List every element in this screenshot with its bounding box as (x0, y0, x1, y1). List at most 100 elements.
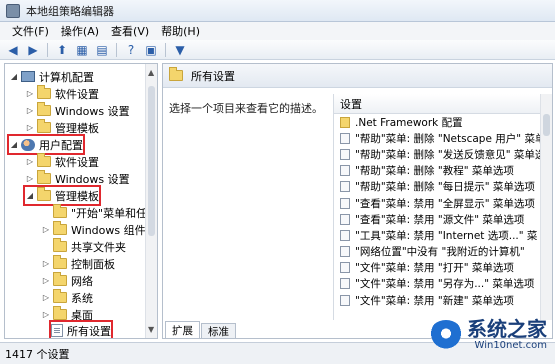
tree-network[interactable]: ▷ 网络 (41, 272, 93, 289)
toolbar-separator (116, 42, 117, 57)
tree-label: Windows 设置 (55, 104, 130, 118)
toolbar: ◀ ▶ ⬆ ▦ ▤ ? ▣ ▼ (0, 40, 555, 60)
tree-pane: ◢ 计算机配置 ▷ 软件设置 ▷ Windows 设置 ▷ 管理模板 ◢ 用户配… (4, 63, 158, 339)
expand-icon[interactable]: ▷ (41, 259, 51, 268)
tree-shared-folders[interactable]: 共享文件夹 (41, 238, 126, 255)
tree-uc-admin[interactable]: ◢ 管理模板 (23, 185, 101, 206)
setting-icon (340, 213, 350, 225)
expand-icon[interactable]: ▷ (25, 174, 35, 183)
list-item[interactable]: "查看"菜单: 禁用 "全屏显示" 菜单选项 (334, 195, 552, 211)
expand-icon[interactable]: ▷ (25, 157, 35, 166)
setting-label: "帮助"菜单: 删除 "Netscape 用户" 菜单 (355, 132, 546, 145)
help-icon[interactable]: ? (123, 42, 139, 58)
tree-cc-admin[interactable]: ▷ 管理模板 (25, 119, 99, 136)
list-item[interactable]: "工具"菜单: 禁用 "Internet 选项..." 菜 (334, 227, 552, 243)
settings-list: 设置 .Net Framework 配置 "帮助"菜单: 删除 "Netscap… (333, 94, 552, 320)
tree-uc-windows[interactable]: ▷ Windows 设置 (25, 170, 130, 187)
collapse-icon[interactable]: ◢ (9, 72, 19, 81)
tree-label: 管理模板 (55, 189, 99, 203)
column-header-setting[interactable]: 设置 (334, 94, 552, 114)
menu-view[interactable]: 查看(V) (105, 23, 155, 39)
toolbar-separator (47, 42, 48, 57)
expand-icon[interactable]: ▷ (41, 310, 51, 319)
tree-label: "开始"菜单和任 (71, 206, 148, 220)
tab-standard[interactable]: 标准 (201, 323, 236, 338)
filter-icon[interactable]: ▼ (172, 42, 188, 58)
expand-icon[interactable]: ▷ (25, 106, 35, 115)
settings-scrollbar[interactable] (540, 94, 552, 320)
list-item[interactable]: "文件"菜单: 禁用 "打开" 菜单选项 (334, 260, 552, 276)
tree-all-settings[interactable]: 所有设置 (49, 320, 113, 338)
list-item[interactable]: "文件"菜单: 禁用 "另存为..." 菜单选项 (334, 276, 552, 292)
export-icon[interactable]: ▤ (94, 42, 110, 58)
tree-win-components[interactable]: ▷ Windows 组件 (41, 221, 146, 238)
menu-bar: 文件(F) 操作(A) 查看(V) 帮助(H) (0, 22, 555, 40)
tree-uc-software[interactable]: ▷ 软件设置 (25, 153, 99, 170)
tree-cc-software[interactable]: ▷ 软件设置 (25, 85, 99, 102)
list-item[interactable]: .Net Framework 配置 (334, 114, 552, 130)
list-item[interactable]: "查看"菜单: 禁用 "源文件" 菜单选项 (334, 211, 552, 227)
tree-computer-config[interactable]: ◢ 计算机配置 (9, 68, 94, 85)
scroll-thumb[interactable] (543, 114, 550, 136)
back-icon[interactable]: ◀ (5, 42, 21, 58)
menu-file[interactable]: 文件(F) (6, 23, 55, 39)
list-item[interactable]: "帮助"菜单: 删除 "每日提示" 菜单选项 (334, 179, 552, 195)
setting-icon (340, 148, 350, 160)
folder-icon (53, 255, 67, 269)
scroll-thumb[interactable] (148, 86, 155, 236)
tree-user-config[interactable]: ◢ 用户配置 (7, 134, 85, 155)
tree-desktop[interactable]: ▷ 桌面 (41, 306, 93, 323)
setting-icon (340, 132, 350, 144)
setting-label: "查看"菜单: 禁用 "全屏显示" 菜单选项 (355, 197, 535, 210)
tree-control-panel[interactable]: ▷ 控制面板 (41, 255, 115, 272)
expand-icon[interactable]: ▷ (25, 123, 35, 132)
forward-icon[interactable]: ▶ (25, 42, 41, 58)
details-title: 所有设置 (191, 69, 235, 83)
folder-icon (53, 221, 67, 235)
folder-icon (53, 306, 67, 320)
tree-label: 系统 (71, 291, 93, 305)
up-folder-icon[interactable]: ⬆ (54, 42, 70, 58)
list-item[interactable]: "文件"菜单: 禁用 "新建" 菜单选项 (334, 292, 552, 308)
setting-label: .Net Framework 配置 (355, 116, 463, 129)
scroll-down-icon[interactable]: ▼ (148, 325, 154, 334)
menu-action[interactable]: 操作(A) (55, 23, 105, 39)
tree-scrollbar[interactable]: ▲ ▼ (145, 64, 157, 338)
setting-icon (340, 246, 350, 258)
setting-label: "帮助"菜单: 删除 "每日提示" 菜单选项 (355, 181, 535, 194)
collapse-icon[interactable]: ◢ (9, 140, 19, 149)
list-item[interactable]: "网络位置"中没有 "我附近的计算机" (334, 244, 552, 260)
tab-extended[interactable]: 扩展 (165, 321, 200, 338)
menu-help[interactable]: 帮助(H) (155, 23, 206, 39)
tree-label: 计算机配置 (39, 70, 94, 84)
setting-icon (340, 294, 350, 306)
details-header: 所有设置 (163, 64, 552, 88)
setting-label: "文件"菜单: 禁用 "另存为..." 菜单选项 (355, 278, 535, 291)
computer-icon (21, 71, 35, 82)
list-item[interactable]: "帮助"菜单: 删除 "发送反馈意见" 菜单选 (334, 146, 552, 162)
setting-label: "文件"菜单: 禁用 "打开" 菜单选项 (355, 262, 514, 275)
expand-icon[interactable]: ▷ (41, 225, 51, 234)
setting-label: "文件"菜单: 禁用 "新建" 菜单选项 (355, 294, 514, 307)
window-title: 本地组策略编辑器 (26, 4, 114, 18)
tree-label: 软件设置 (55, 87, 99, 101)
list-item[interactable]: "帮助"菜单: 删除 "教程" 菜单选项 (334, 163, 552, 179)
scroll-up-icon[interactable]: ▲ (148, 68, 154, 77)
setting-icon (340, 262, 350, 274)
show-hide-tree-icon[interactable]: ▦ (74, 42, 90, 58)
tree-label: 软件设置 (55, 155, 99, 169)
collapse-icon[interactable]: ◢ (25, 191, 35, 200)
tree-label: 共享文件夹 (71, 240, 126, 254)
tree-system[interactable]: ▷ 系统 (41, 289, 93, 306)
expand-icon[interactable]: ▷ (41, 293, 51, 302)
folder-icon (37, 170, 51, 184)
expand-icon[interactable]: ▷ (41, 276, 51, 285)
setting-label: "网络位置"中没有 "我附近的计算机" (355, 246, 525, 259)
properties-icon[interactable]: ▣ (143, 42, 159, 58)
tree-cc-windows[interactable]: ▷ Windows 设置 (25, 102, 130, 119)
tree-start-menu[interactable]: "开始"菜单和任 (41, 204, 147, 221)
expand-icon[interactable]: ▷ (25, 89, 35, 98)
tree-label: 所有设置 (67, 324, 111, 338)
folder-icon (169, 67, 183, 81)
list-item[interactable]: "帮助"菜单: 删除 "Netscape 用户" 菜单 (334, 130, 552, 146)
